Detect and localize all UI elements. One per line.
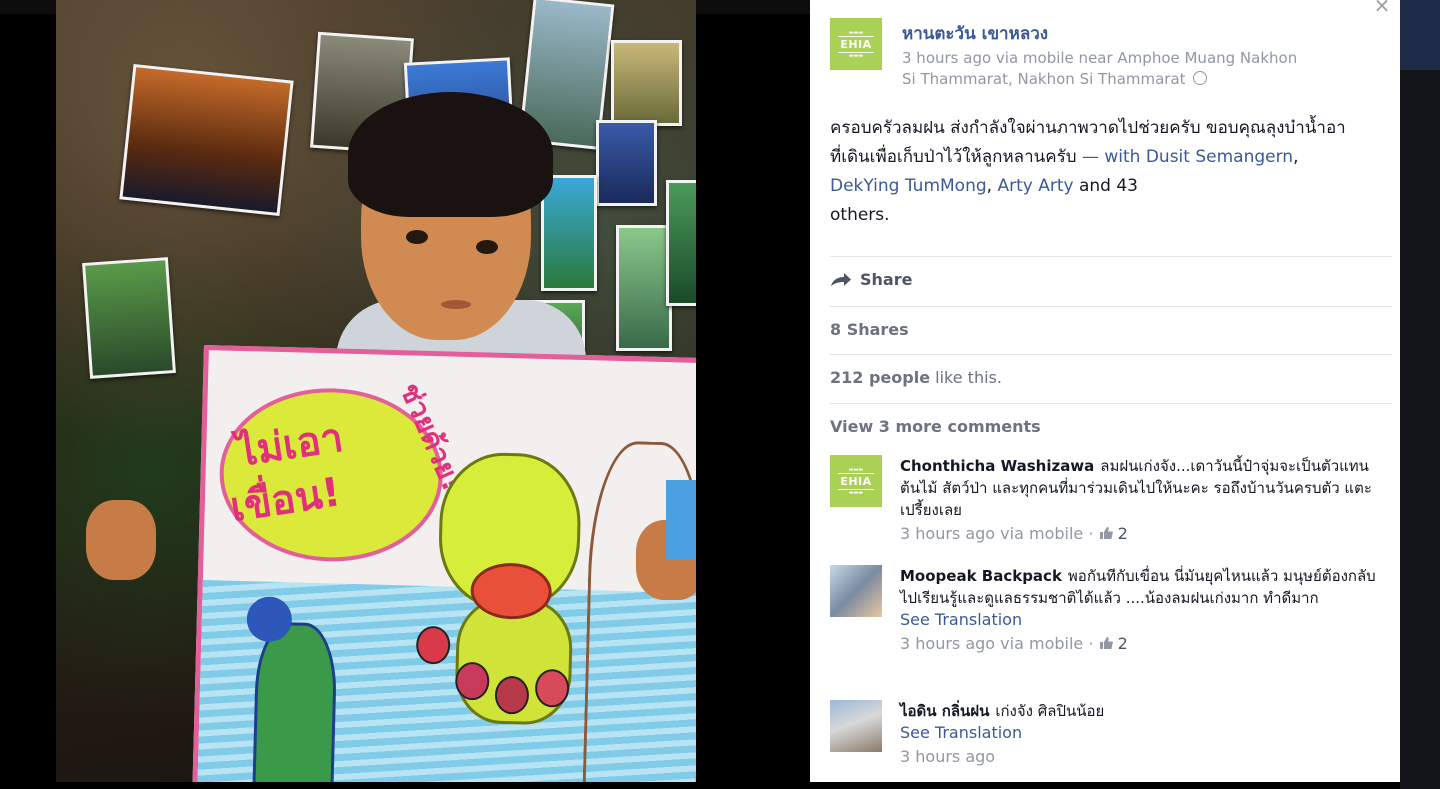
shares-count-link[interactable]: 8 Shares	[830, 320, 909, 339]
child-eye	[476, 240, 498, 254]
avatar-logo-text: EHIA	[838, 35, 874, 53]
backdrop-page-fragment	[1400, 0, 1440, 70]
divider	[830, 256, 1392, 257]
child-eye	[406, 230, 428, 244]
thumbs-up-icon	[1099, 527, 1113, 539]
comment-body: ไอดิน กลิ่นฝน เก่งจัง ศิลปินน้อย See Tran…	[900, 700, 1380, 768]
comment-body: Moopeak Backpack พอกันทีกับเขื่อน นี่มันย…	[900, 565, 1380, 655]
post-photo[interactable]: ไม่เอา เขื่อน! ช่วยด้วย!	[56, 0, 696, 782]
see-translation-link[interactable]: See Translation	[900, 722, 1380, 744]
tag-separator: ,	[986, 176, 998, 196]
post-meta: 3 hours ago via mobile near Amphoe Muang…	[902, 48, 1382, 90]
hanging-photo	[119, 63, 294, 217]
peacock-drawing	[252, 621, 338, 782]
commenter-avatar[interactable]	[830, 565, 882, 617]
drawing-poster: ไม่เอา เขื่อน! ช่วยด้วย!	[192, 345, 696, 782]
post-meta-line1[interactable]: 3 hours ago via mobile near Amphoe Muang…	[902, 49, 1297, 67]
post-body: ครอบครัวลมฝน ส่งกำลังใจผ่านภาพวาดไปช่วยค…	[830, 114, 1350, 230]
others-suffix: others.	[830, 205, 890, 225]
hanging-photo	[596, 120, 657, 206]
hanging-photo	[666, 180, 696, 306]
post-sidebar: ▬▬▬ EHIA ▬▬▬ หานตะวัน เขาหลวง 3 hours ag…	[810, 0, 1400, 782]
likes-count-link[interactable]: 212 people	[830, 368, 930, 387]
others-count[interactable]: 43	[1116, 176, 1138, 196]
with-prefix: — with	[1076, 147, 1146, 167]
author-avatar[interactable]: ▬▬▬ EHIA ▬▬▬	[830, 18, 882, 70]
likes-suffix: like this.	[930, 368, 1002, 387]
tag-link[interactable]: Dusit Semangern	[1146, 147, 1293, 167]
commenter-name-link[interactable]: ไอดิน กลิ่นฝน	[900, 702, 989, 720]
avatar-small-text: ▬▬▬	[848, 489, 864, 496]
comment-meta: 3 hours ago via mobile · 2	[900, 633, 1380, 655]
commenter-avatar[interactable]	[830, 700, 882, 752]
hanging-photo	[541, 175, 597, 291]
avatar-logo-text: EHIA	[838, 472, 874, 490]
comment-like-count[interactable]: 2	[1118, 524, 1128, 543]
child-mouth	[441, 300, 471, 309]
avatar-small-text: ▬▬▬	[848, 52, 864, 59]
and-text: and	[1073, 176, 1117, 196]
comment-meta: 3 hours ago	[900, 746, 1380, 768]
commenter-name-link[interactable]: Moopeak Backpack	[900, 567, 1062, 585]
divider	[830, 306, 1392, 307]
see-translation-link[interactable]: See Translation	[900, 609, 1380, 631]
likes-row: 212 people like this.	[830, 368, 1002, 387]
viewer-right-backdrop	[1400, 0, 1440, 789]
divider	[830, 354, 1392, 355]
close-icon[interactable]: ×	[1370, 0, 1394, 16]
post-meta-line2[interactable]: Si Thammarat, Nakhon Si Thammarat	[902, 70, 1186, 88]
comment-like-count[interactable]: 2	[1118, 634, 1128, 653]
thumbs-up-icon	[1099, 637, 1113, 649]
blue-object	[666, 480, 696, 560]
globe-icon	[1193, 71, 1208, 85]
author-name-link[interactable]: หานตะวัน เขาหลวง	[902, 20, 1048, 47]
tag-link[interactable]: DekYing TumMong	[830, 176, 987, 196]
comment-meta: 3 hours ago via mobile · 2	[900, 523, 1380, 545]
comment-time[interactable]: 3 hours ago via mobile ·	[900, 524, 1099, 543]
hanging-photo	[611, 40, 682, 126]
child-hair	[348, 92, 553, 217]
tag-separator: ,	[1293, 147, 1299, 167]
share-label: Share	[860, 270, 913, 289]
view-more-comments-link[interactable]: View 3 more comments	[830, 417, 1041, 436]
commenter-avatar[interactable]: ▬▬▬ EHIA ▬▬▬	[830, 455, 882, 507]
share-arrow-icon	[831, 272, 851, 286]
child-hand-left	[86, 500, 156, 580]
comment-body: Chonthicha Washizawa ลมฝนเก่งจัง...เดาวัน…	[900, 455, 1380, 545]
hanging-photo	[616, 225, 672, 351]
commenter-name-link[interactable]: Chonthicha Washizawa	[900, 457, 1094, 475]
share-button[interactable]: Share	[830, 270, 912, 289]
comment-time[interactable]: 3 hours ago	[900, 747, 995, 766]
hanging-photo	[82, 257, 176, 379]
comment-text: เก่งจัง ศิลปินน้อย	[995, 702, 1105, 720]
divider	[830, 403, 1392, 404]
tag-link[interactable]: Arty Arty	[997, 176, 1073, 196]
comment-time[interactable]: 3 hours ago via mobile ·	[900, 634, 1099, 653]
